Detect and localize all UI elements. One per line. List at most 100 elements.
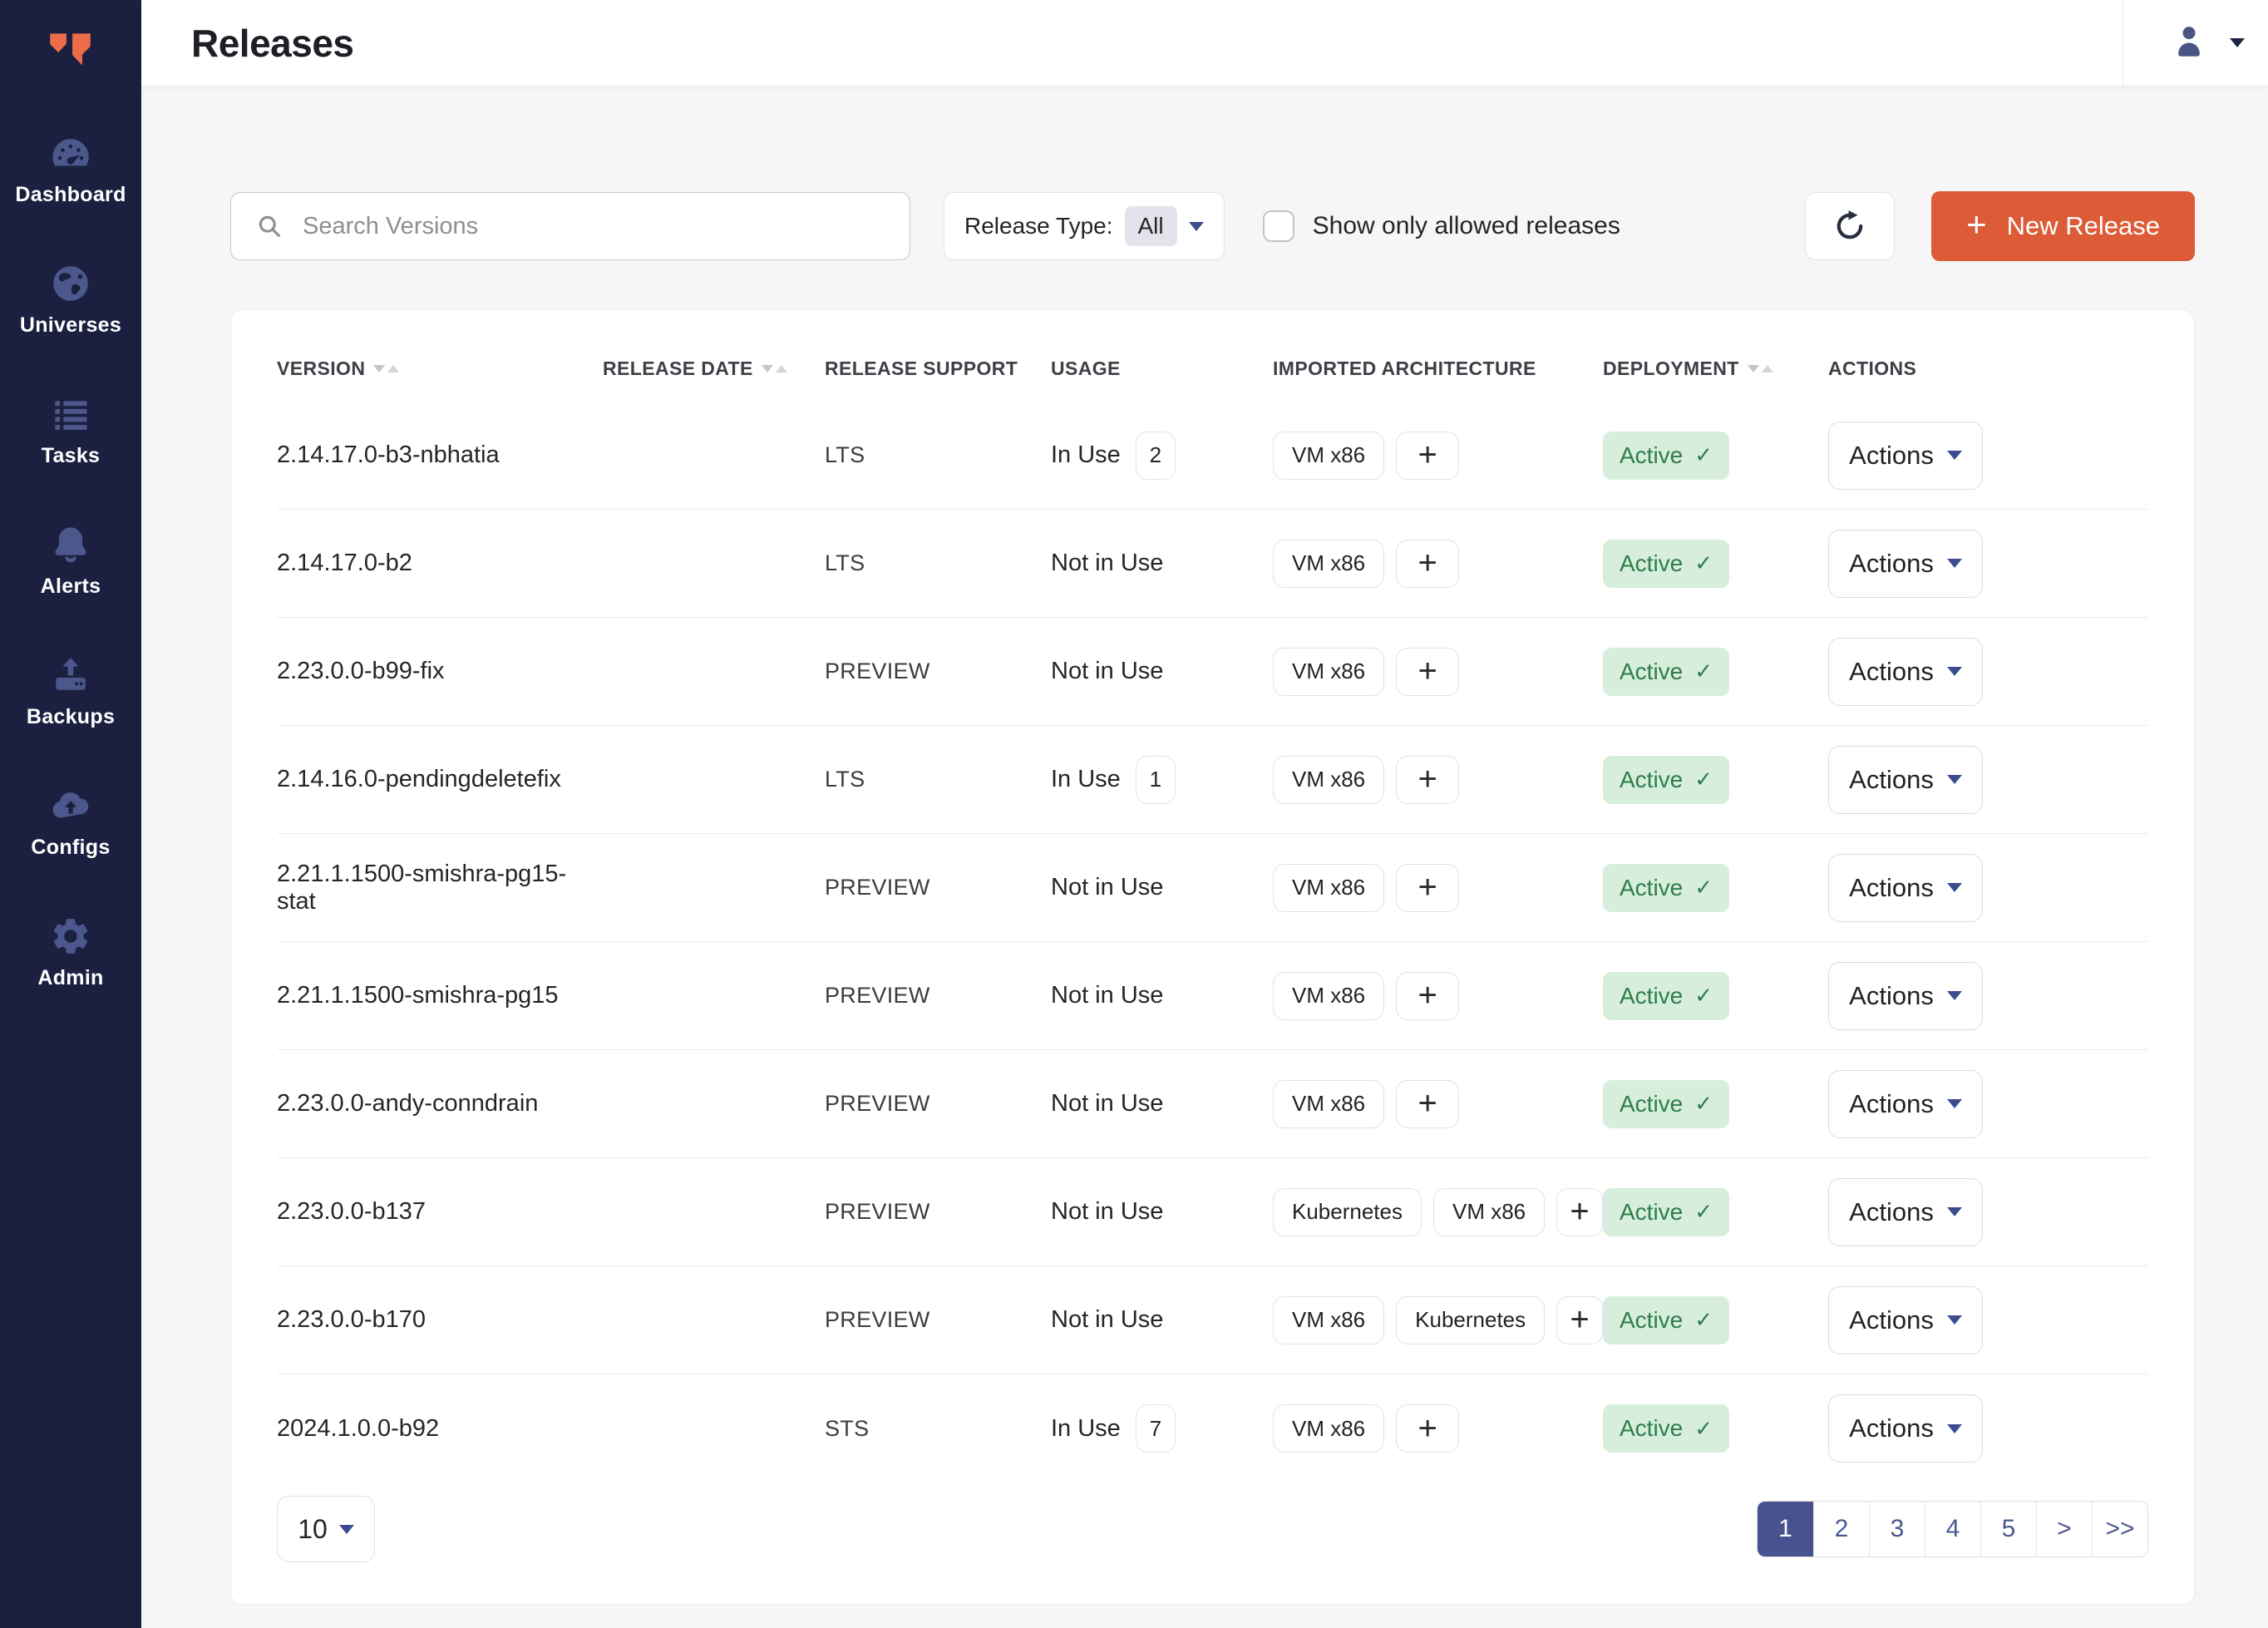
search-icon	[254, 211, 284, 241]
sidebar-item-tasks[interactable]: Tasks	[0, 392, 141, 468]
usage-count-badge[interactable]: 7	[1136, 1404, 1176, 1453]
add-architecture-button[interactable]: +	[1396, 1404, 1459, 1453]
page-size-select[interactable]: 10	[277, 1496, 375, 1562]
chevron-down-icon	[1947, 1099, 1962, 1108]
deployment-cell: Active ✓	[1603, 432, 1828, 480]
new-release-button[interactable]: + New Release	[1931, 191, 2195, 261]
sidebar-item-admin[interactable]: Admin	[0, 915, 141, 990]
imported-architecture-cell: VM x86 +	[1273, 540, 1603, 588]
add-architecture-button[interactable]: +	[1396, 432, 1459, 480]
table-row: 2.23.0.0-b170 PREVIEW Not in Use VM x86K…	[277, 1266, 2148, 1374]
add-architecture-button[interactable]: +	[1396, 972, 1459, 1020]
column-header-version[interactable]: VERSION	[277, 358, 603, 380]
column-label: RELEASE SUPPORT	[825, 358, 1018, 380]
architecture-chip: VM x86	[1273, 540, 1384, 588]
sidebar-item-alerts[interactable]: Alerts	[0, 523, 141, 599]
deployment-cell: Active ✓	[1603, 1296, 1828, 1344]
release-type-filter[interactable]: Release Type: All	[944, 192, 1225, 260]
usage-cell: Not in Use	[1051, 1306, 1273, 1334]
chevron-down-icon	[1947, 667, 1962, 676]
last-page-button[interactable]: >>	[2092, 1502, 2147, 1556]
table-row: 2.21.1.1500-smishra-pg15 PREVIEW Not in …	[277, 942, 2148, 1050]
architecture-chip: VM x86	[1273, 432, 1384, 480]
add-architecture-button[interactable]: +	[1396, 756, 1459, 804]
column-header-imported-architecture: IMPORTED ARCHITECTURE	[1273, 358, 1603, 380]
gear-icon	[49, 915, 92, 958]
page-title: Releases	[191, 21, 354, 66]
page-button-4[interactable]: 4	[1925, 1502, 1980, 1556]
actions-button[interactable]: Actions	[1828, 638, 1983, 706]
add-architecture-button[interactable]: +	[1396, 1080, 1459, 1128]
check-icon: ✓	[1694, 659, 1713, 684]
version-cell: 2024.1.0.0-b92	[277, 1415, 603, 1443]
chevron-down-icon	[339, 1525, 354, 1534]
page-size-value: 10	[298, 1514, 328, 1545]
imported-architecture-cell: VM x86 +	[1273, 864, 1603, 912]
add-architecture-button[interactable]: +	[1556, 1296, 1603, 1344]
check-icon: ✓	[1694, 767, 1713, 792]
cloud-upload-icon	[49, 784, 92, 827]
architecture-chip: VM x86	[1273, 972, 1384, 1020]
next-page-button[interactable]: >	[2036, 1502, 2092, 1556]
actions-button[interactable]: Actions	[1828, 1286, 1983, 1354]
imported-architecture-cell: VM x86 +	[1273, 432, 1603, 480]
column-label: VERSION	[277, 358, 365, 380]
imported-architecture-cell: VM x86 +	[1273, 756, 1603, 804]
deployment-cell: Active ✓	[1603, 1080, 1828, 1128]
deployment-status-badge: Active ✓	[1603, 540, 1729, 588]
release-support-cell: PREVIEW	[825, 983, 1051, 1009]
version-cell: 2.14.17.0-b3-nbhatia	[277, 442, 603, 469]
usage-count-badge[interactable]: 1	[1136, 756, 1176, 804]
column-label: ACTIONS	[1828, 358, 1916, 380]
add-architecture-button[interactable]: +	[1556, 1188, 1603, 1236]
check-icon: ✓	[1694, 1416, 1713, 1442]
plus-icon: +	[1966, 207, 1987, 242]
column-header-release-date[interactable]: RELEASE DATE	[603, 358, 825, 380]
add-architecture-button[interactable]: +	[1396, 648, 1459, 696]
version-cell: 2.14.17.0-b2	[277, 550, 603, 577]
sidebar-nav: Dashboard Universes Tasks Alerts Backups…	[0, 131, 141, 990]
usage-cell: Not in Use	[1051, 550, 1273, 577]
chevron-down-icon	[1947, 775, 1962, 784]
refresh-button[interactable]	[1805, 192, 1895, 260]
deployment-cell: Active ✓	[1603, 648, 1828, 696]
yugabyte-logo[interactable]	[40, 17, 101, 86]
sort-icons[interactable]	[373, 365, 399, 372]
usage-cell: In Use 2	[1051, 432, 1273, 480]
add-architecture-button[interactable]: +	[1396, 864, 1459, 912]
sort-icons[interactable]	[762, 365, 787, 372]
usage-count-badge[interactable]: 2	[1136, 432, 1176, 480]
actions-button[interactable]: Actions	[1828, 962, 1983, 1030]
page-button-3[interactable]: 3	[1869, 1502, 1925, 1556]
sidebar-item-dashboard[interactable]: Dashboard	[0, 131, 141, 207]
deployment-status-badge: Active ✓	[1603, 1404, 1729, 1453]
release-support-cell: PREVIEW	[825, 1199, 1051, 1225]
actions-button[interactable]: Actions	[1828, 422, 1983, 490]
page-button-5[interactable]: 5	[1980, 1502, 2036, 1556]
page-button-2[interactable]: 2	[1813, 1502, 1869, 1556]
actions-button[interactable]: Actions	[1828, 1394, 1983, 1463]
actions-button[interactable]: Actions	[1828, 1070, 1983, 1138]
user-menu[interactable]	[2123, 0, 2245, 86]
actions-button[interactable]: Actions	[1828, 1178, 1983, 1246]
add-architecture-button[interactable]: +	[1396, 540, 1459, 588]
sidebar-item-backups[interactable]: Backups	[0, 654, 141, 729]
actions-cell: Actions	[1828, 638, 2148, 706]
page-button-1[interactable]: 1	[1758, 1502, 1813, 1556]
actions-button[interactable]: Actions	[1828, 854, 1983, 922]
show-only-allowed-checkbox[interactable]	[1263, 210, 1294, 242]
actions-cell: Actions	[1828, 1178, 2148, 1246]
sidebar-item-configs[interactable]: Configs	[0, 784, 141, 860]
column-header-deployment[interactable]: DEPLOYMENT	[1603, 358, 1828, 380]
actions-button[interactable]: Actions	[1828, 746, 1983, 814]
sidebar-item-universes[interactable]: Universes	[0, 262, 141, 338]
show-only-allowed-releases: Show only allowed releases	[1263, 210, 1620, 242]
usage-cell: Not in Use	[1051, 658, 1273, 685]
sort-desc-icon	[762, 365, 773, 372]
imported-architecture-cell: VM x86 +	[1273, 972, 1603, 1020]
architecture-chip: VM x86	[1273, 1296, 1384, 1344]
tasks-list-icon	[49, 392, 92, 436]
search-versions-input[interactable]	[301, 212, 886, 241]
actions-button[interactable]: Actions	[1828, 530, 1983, 598]
sort-icons[interactable]	[1748, 365, 1773, 372]
